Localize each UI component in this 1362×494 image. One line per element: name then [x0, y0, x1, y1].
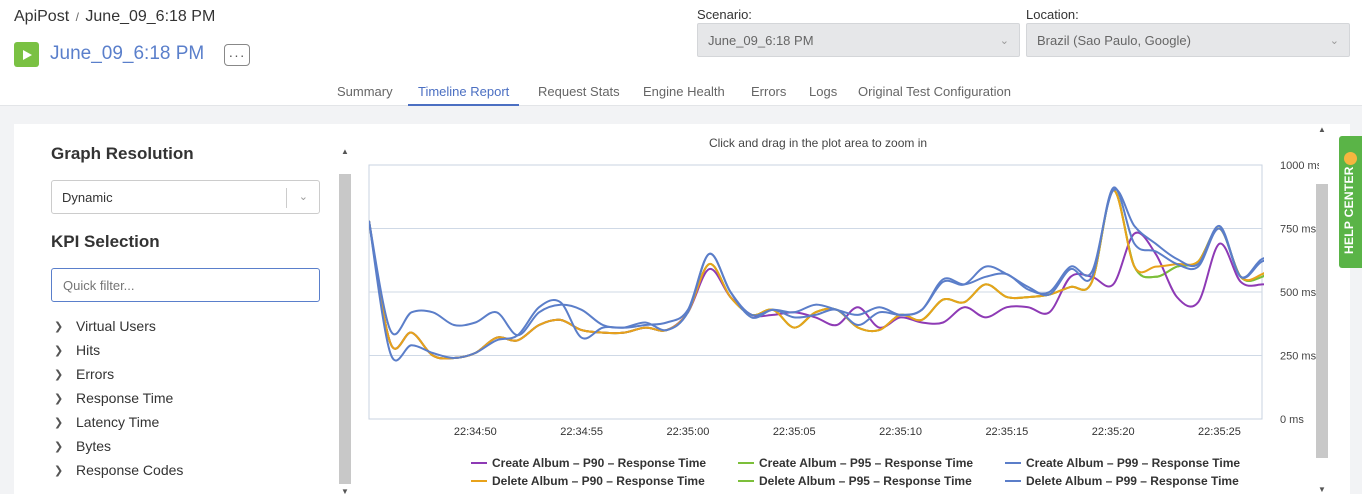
legend-label: Create Album – P95 – Response Time [759, 456, 973, 470]
chart-svg[interactable]: 1000 ms 750 ms 500 ms 250 ms 0 ms 22:34:50 22:… [359, 124, 1319, 494]
kpi-item-label: Response Time [76, 390, 174, 406]
kpi-item-label: Errors [76, 366, 115, 382]
kpi-sidebar: Graph Resolution Dynamic ⌄ KPI Selection… [14, 124, 339, 494]
play-icon [22, 49, 32, 60]
legend-label: Delete Album – P99 – Response Time [1026, 474, 1239, 488]
kpi-item-label: Virtual Users [76, 318, 156, 334]
x-tick-label: 22:34:50 [454, 426, 497, 438]
help-center-tab[interactable]: HELP CENTER [1339, 136, 1362, 268]
chevron-right-icon: ❯ [54, 320, 64, 333]
x-tick-label: 22:35:25 [1198, 426, 1241, 438]
test-title[interactable]: June_09_6:18 PM [50, 43, 204, 65]
more-options-button[interactable]: ··· [224, 44, 250, 66]
kpi-item-virtual-users[interactable]: ❯ Virtual Users [54, 314, 183, 338]
scrollbar-thumb[interactable] [339, 174, 351, 484]
tab-request-stats[interactable]: Request Stats [538, 80, 620, 106]
timeline-chart[interactable]: Click and drag in the plot area to zoom … [359, 124, 1319, 494]
resolution-select[interactable]: Dynamic ⌄ [51, 180, 320, 214]
y-tick-label: 250 ms [1280, 351, 1317, 363]
kpi-item-latency-time[interactable]: ❯ Latency Time [54, 410, 183, 434]
legend-label: Delete Album – P95 – Response Time [759, 474, 972, 488]
graph-resolution-title: Graph Resolution [51, 144, 194, 163]
breadcrumb-project[interactable]: ApiPost [14, 8, 69, 25]
kpi-item-hits[interactable]: ❯ Hits [54, 338, 183, 362]
x-tick-label: 22:35:10 [879, 426, 922, 438]
chevron-down-icon: ⌄ [1329, 34, 1339, 47]
tab-original-test-configuration[interactable]: Original Test Configuration [858, 80, 1011, 106]
kpi-item-response-codes[interactable]: ❯ Response Codes [54, 458, 183, 482]
legend-label: Create Album – P99 – Response Time [1026, 456, 1240, 470]
kpi-item-label: Latency Time [76, 414, 160, 430]
breadcrumb-separator: / [75, 10, 79, 24]
help-hand-icon [1344, 152, 1357, 165]
y-tick-label: 0 ms [1280, 414, 1304, 426]
x-tick-label: 22:35:00 [667, 426, 710, 438]
scrollbar-thumb[interactable] [1316, 184, 1328, 458]
sidebar-scrollbar[interactable]: ▲ ▼ [339, 146, 351, 494]
tab-timeline-report[interactable]: Timeline Report [408, 80, 520, 106]
tab-summary[interactable]: Summary [337, 80, 393, 106]
kpi-item-label: Hits [76, 342, 101, 358]
tab-engine-health[interactable]: Engine Health [643, 80, 725, 106]
location-value: Brazil (Sao Paulo, Google) [1037, 32, 1191, 48]
x-tick-label: 22:35:15 [985, 426, 1028, 438]
breadcrumb-test: June_09_6:18 PM [85, 8, 216, 25]
tab-errors[interactable]: Errors [751, 80, 786, 106]
scenario-label: Scenario: [697, 7, 752, 22]
breadcrumb: ApiPost / June_09_6:18 PM [14, 8, 215, 26]
x-tick-label: 22:35:20 [1092, 426, 1135, 438]
select-divider [286, 188, 287, 208]
kpi-item-errors[interactable]: ❯ Errors [54, 362, 183, 386]
kpi-tree: ❯ Virtual Users ❯ Hits ❯ Errors ❯ Response T… [54, 314, 183, 482]
y-tick-label: 500 ms [1280, 287, 1317, 299]
chevron-right-icon: ❯ [54, 344, 64, 357]
scroll-down-icon[interactable]: ▼ [1316, 484, 1328, 494]
kpi-item-label: Bytes [76, 438, 112, 454]
chevron-right-icon: ❯ [54, 464, 64, 477]
chevron-right-icon: ❯ [54, 392, 64, 405]
y-tick-label: 1000 ms [1280, 160, 1319, 172]
kpi-item-response-time[interactable]: ❯ Response Time [54, 386, 183, 410]
quick-filter-input[interactable] [51, 268, 320, 302]
scenario-select[interactable]: June_09_6:18 PM ⌄ [697, 23, 1020, 57]
timeline-panel: Graph Resolution Dynamic ⌄ KPI Selection… [14, 124, 1350, 494]
scroll-down-icon[interactable]: ▼ [339, 486, 351, 494]
help-center-label: HELP CENTER [1342, 166, 1356, 254]
chevron-down-icon: ⌄ [999, 34, 1009, 47]
scroll-up-icon[interactable]: ▲ [1316, 124, 1328, 136]
kpi-item-label: Response Codes [76, 462, 184, 478]
chart-scrollbar[interactable]: ▲ ▼ [1316, 124, 1328, 494]
x-tick-label: 22:34:55 [560, 426, 603, 438]
chevron-right-icon: ❯ [54, 440, 64, 453]
scenario-value: June_09_6:18 PM [708, 32, 814, 48]
resolution-value: Dynamic [62, 189, 113, 205]
legend-label: Delete Album – P90 – Response Time [492, 474, 705, 488]
kpi-item-bytes[interactable]: ❯ Bytes [54, 434, 183, 458]
chevron-right-icon: ❯ [54, 368, 64, 381]
location-select[interactable]: Brazil (Sao Paulo, Google) ⌄ [1026, 23, 1350, 57]
tab-logs[interactable]: Logs [809, 80, 837, 106]
x-tick-label: 22:35:05 [773, 426, 816, 438]
y-tick-label: 750 ms [1280, 224, 1317, 236]
header-bar: ApiPost / June_09_6:18 PM June_09_6:18 P… [0, 0, 1362, 106]
kpi-selection-title: KPI Selection [51, 232, 160, 251]
run-test-button[interactable] [14, 42, 39, 67]
location-label: Location: [1026, 7, 1079, 22]
scroll-up-icon[interactable]: ▲ [339, 146, 351, 158]
legend-label: Create Album – P90 – Response Time [492, 456, 706, 470]
chevron-right-icon: ❯ [54, 416, 64, 429]
chevron-down-icon: ⌄ [298, 191, 308, 203]
